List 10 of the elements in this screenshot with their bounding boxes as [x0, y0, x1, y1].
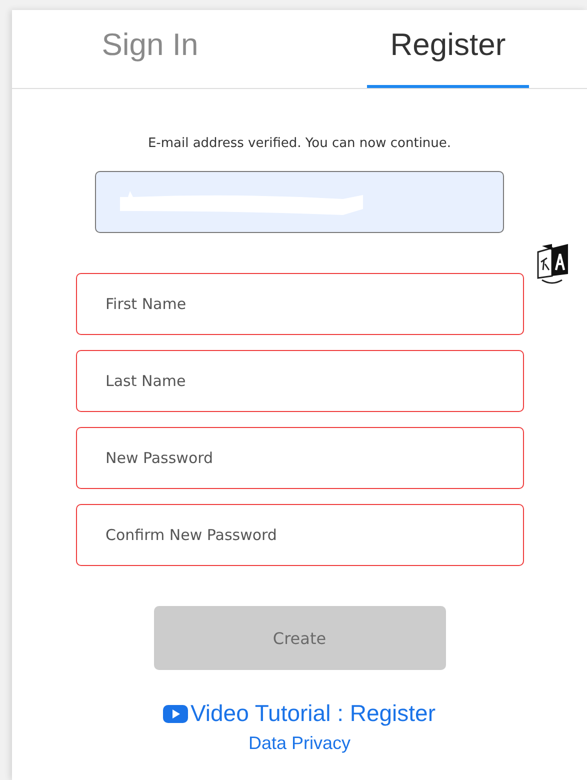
play-icon: [163, 704, 188, 722]
verified-message: E-mail address verified. You can now continue.: [148, 136, 452, 151]
email-field[interactable]: [95, 171, 504, 233]
data-privacy-link[interactable]: Data Privacy: [248, 733, 351, 754]
input-field[interactable]: New Password: [76, 427, 524, 489]
tab[interactable]: Sign In: [69, 10, 231, 88]
input-field[interactable]: First Name: [76, 273, 524, 335]
tab[interactable]: Register: [367, 10, 529, 88]
input-field[interactable]: Last Name: [76, 350, 524, 412]
input-field[interactable]: Confirm New Password: [76, 504, 524, 566]
